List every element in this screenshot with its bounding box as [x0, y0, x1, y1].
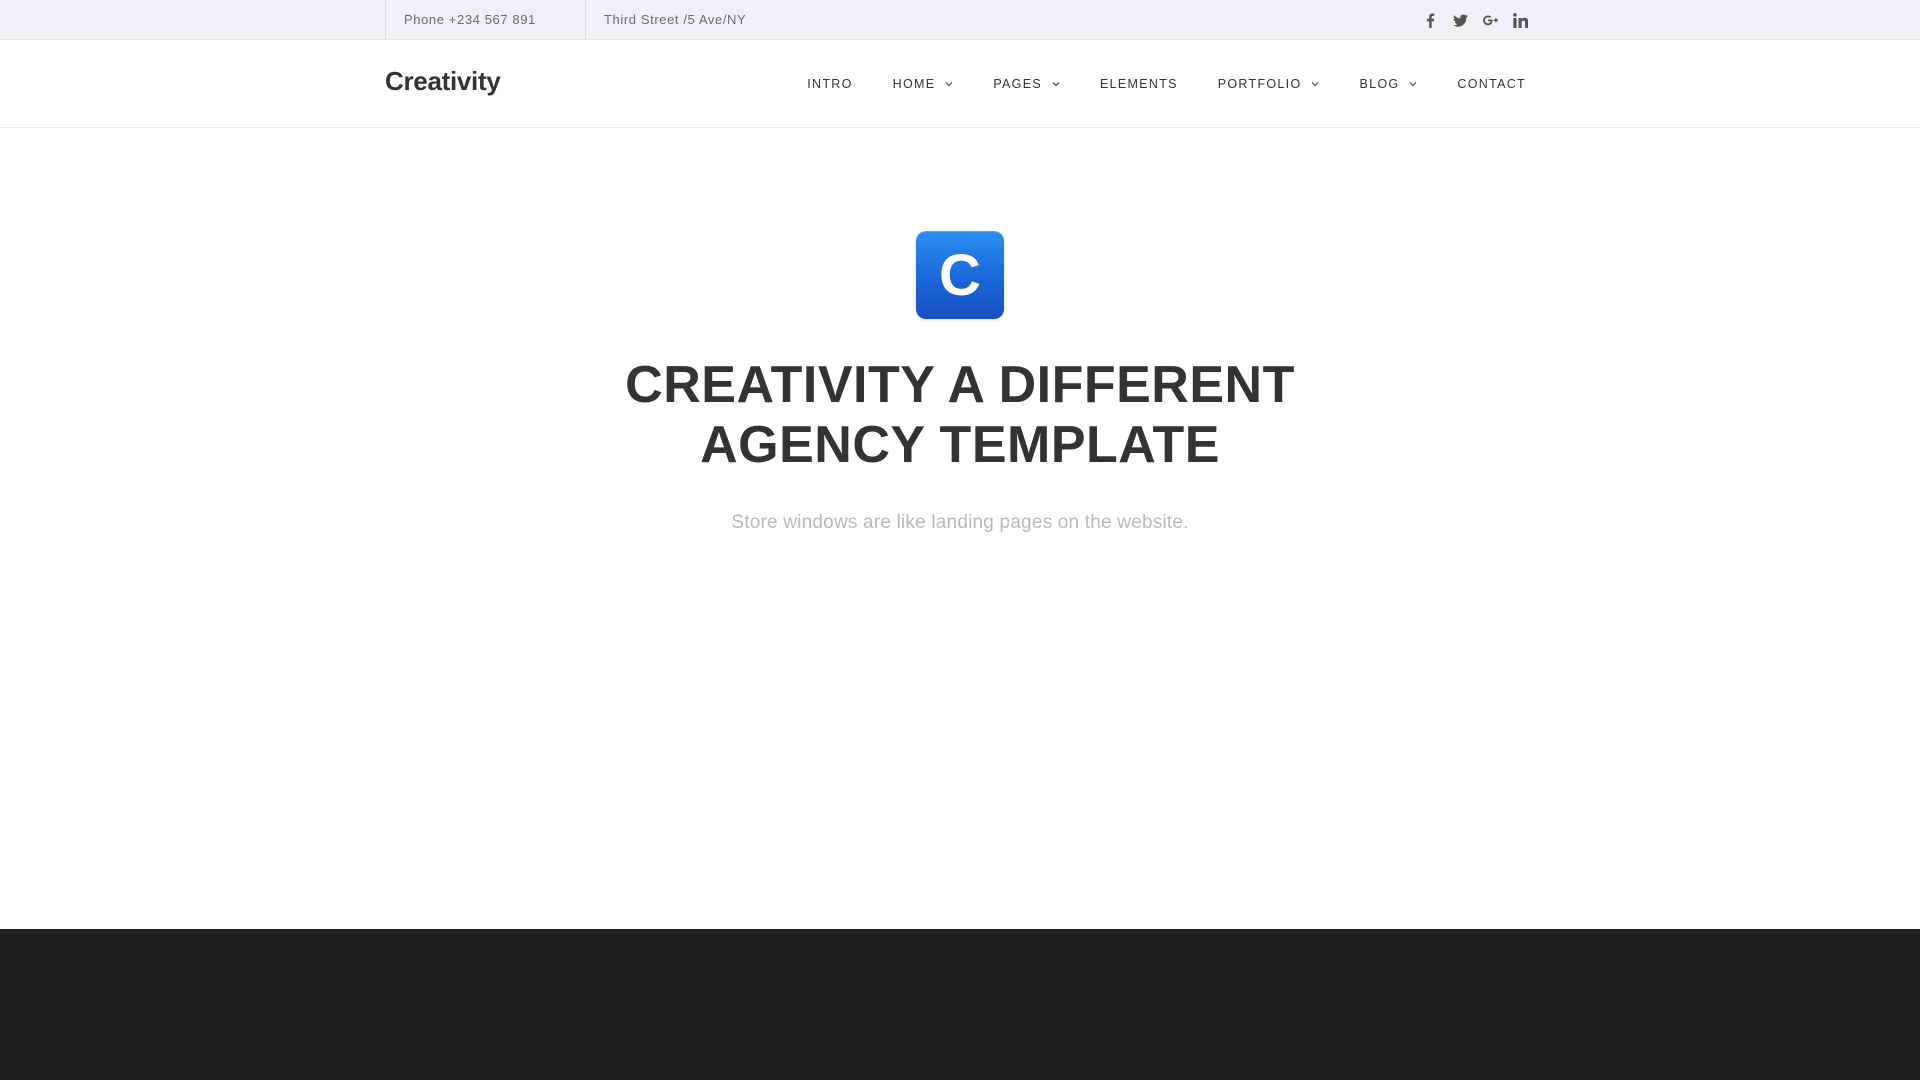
nav-label: HOME: [892, 77, 936, 91]
nav-label: INTRO: [807, 77, 853, 91]
chevron-down-icon: [945, 80, 953, 88]
hero-title-line-2: AGENCY TEMPLATE: [700, 416, 1220, 474]
nav-item-home[interactable]: HOME: [893, 77, 954, 91]
site-header: Creativity INTRO HOME PAGES ELEMENTS POR…: [0, 40, 1920, 128]
nav-label: ELEMENTS: [1099, 77, 1178, 91]
facebook-icon[interactable]: [1422, 12, 1438, 28]
logo-badge: C: [916, 231, 1004, 319]
nav-item-intro[interactable]: INTRO: [807, 77, 852, 91]
nav-item-pages[interactable]: PAGES: [993, 77, 1060, 91]
hero-subtitle: Store windows are like landing pages on …: [731, 512, 1189, 533]
hero-title: CREATIVITY A DIFFERENT AGENCY TEMPLATE: [460, 355, 1460, 475]
phone-text: Phone +234 567 891: [385, 0, 586, 40]
linkedin-icon[interactable]: [1512, 12, 1528, 28]
top-info-bar: Phone +234 567 891 Third Street /5 Ave/N…: [0, 0, 1920, 40]
chevron-down-icon: [1052, 80, 1060, 88]
nav-label: BLOG: [1359, 77, 1400, 91]
nav-item-blog[interactable]: BLOG: [1359, 77, 1417, 91]
nav-item-contact[interactable]: CONTACT: [1457, 77, 1526, 91]
badge-letter: C: [939, 243, 981, 308]
dark-footer-band: [0, 929, 1920, 1080]
google-plus-icon[interactable]: [1482, 12, 1498, 28]
social-links: [1422, 0, 1528, 40]
twitter-icon[interactable]: [1452, 12, 1468, 28]
hero-title-line-1: CREATIVITY A DIFFERENT: [625, 356, 1295, 414]
nav-item-elements[interactable]: ELEMENTS: [1100, 77, 1178, 91]
hero-section: C CREATIVITY A DIFFERENT AGENCY TEMPLATE…: [0, 129, 1920, 929]
main-nav: INTRO HOME PAGES ELEMENTS PORTFOLIO BLOG…: [767, 40, 1526, 128]
nav-label: PAGES: [993, 77, 1042, 91]
address-text: Third Street /5 Ave/NY: [585, 0, 764, 40]
nav-label: CONTACT: [1457, 77, 1526, 91]
chevron-down-icon: [1311, 80, 1319, 88]
site-logo[interactable]: Creativity: [385, 66, 501, 97]
nav-item-portfolio[interactable]: PORTFOLIO: [1218, 77, 1320, 91]
nav-label: PORTFOLIO: [1217, 77, 1302, 91]
chevron-down-icon: [1409, 80, 1417, 88]
